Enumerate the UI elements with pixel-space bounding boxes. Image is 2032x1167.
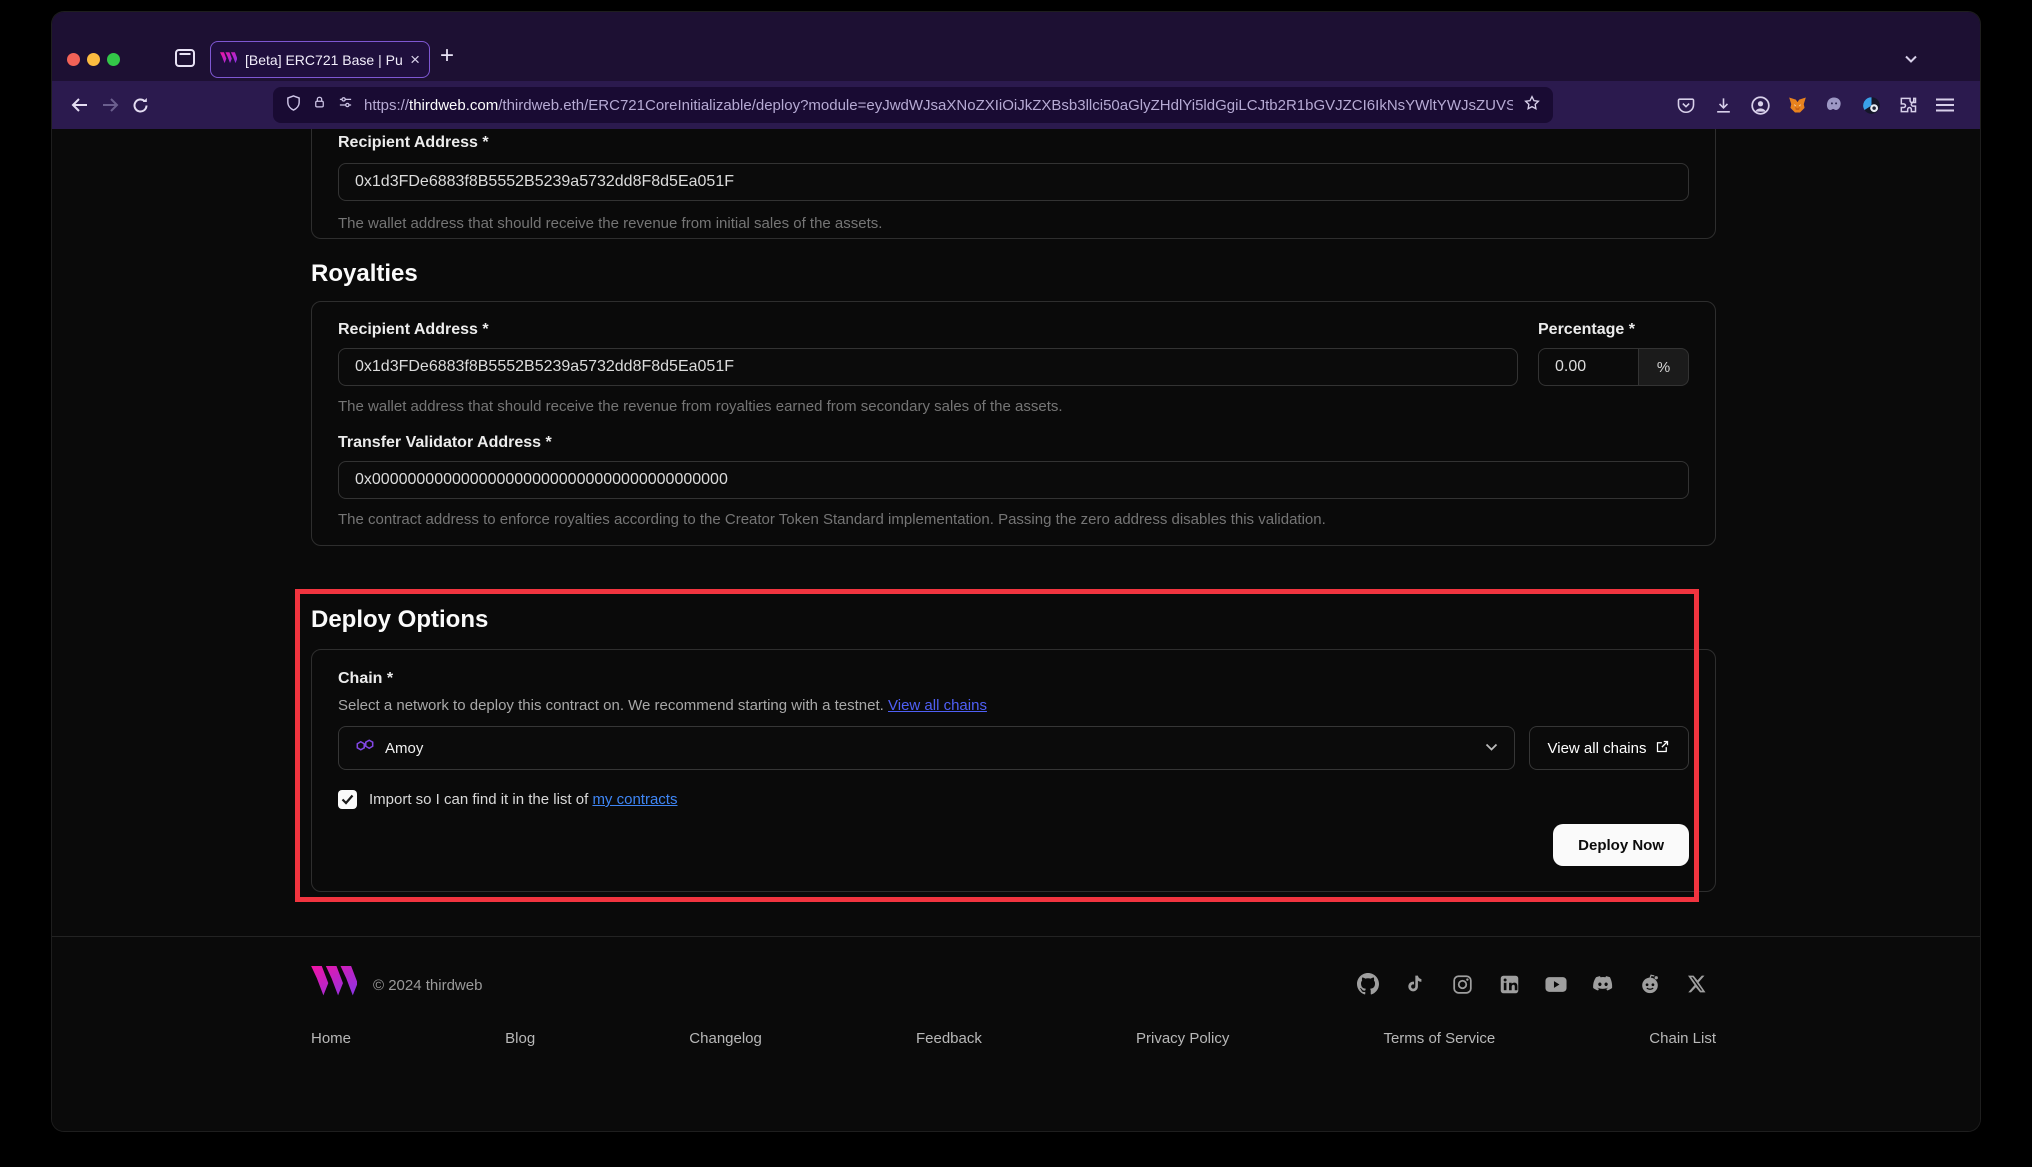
navigation-toolbar: https://thirdweb.com/thirdweb.eth/ERC721… xyxy=(52,81,1980,129)
tab-bar: [Beta] ERC721 Base | Published × + xyxy=(52,12,1980,81)
forward-button[interactable] xyxy=(95,90,125,120)
footer-link-home[interactable]: Home xyxy=(311,1030,351,1047)
browser-tab[interactable]: [Beta] ERC721 Base | Published × xyxy=(210,41,430,78)
footer-link-changelog[interactable]: Changelog xyxy=(689,1030,762,1047)
shield-icon[interactable] xyxy=(285,94,302,117)
x-icon[interactable] xyxy=(1686,973,1708,995)
percentage-suffix: % xyxy=(1639,348,1689,386)
copyright-text: © 2024 thirdweb xyxy=(373,977,482,994)
polygon-chain-icon xyxy=(355,737,375,760)
browser-window: [Beta] ERC721 Base | Published × + xyxy=(52,12,1980,1131)
chain-selected-value: Amoy xyxy=(385,740,423,757)
chain-label: Chain * xyxy=(338,670,393,687)
footer-link-feedback[interactable]: Feedback xyxy=(916,1030,982,1047)
chain-help-text: Select a network to deploy this contract… xyxy=(338,697,1689,714)
transfer-validator-label: Transfer Validator Address * xyxy=(338,434,1689,452)
footer-link-privacy-policy[interactable]: Privacy Policy xyxy=(1136,1030,1229,1047)
social-icons xyxy=(1357,973,1708,995)
permissions-icon[interactable] xyxy=(337,95,354,115)
account-icon[interactable] xyxy=(1746,91,1774,119)
wallet-extension-icon[interactable] xyxy=(1857,91,1885,119)
royalty-recipient-help: The wallet address that should receive t… xyxy=(338,398,1689,415)
tiktok-icon[interactable] xyxy=(1404,973,1426,995)
back-button[interactable] xyxy=(65,90,95,120)
pocket-icon[interactable] xyxy=(1672,91,1700,119)
url-bar[interactable]: https://thirdweb.com/thirdweb.eth/ERC721… xyxy=(273,87,1553,123)
extensions-puzzle-icon[interactable] xyxy=(1894,91,1922,119)
lock-icon[interactable] xyxy=(312,94,327,116)
royalty-percentage-label: Percentage * xyxy=(1538,321,1689,339)
tab-close-icon[interactable]: × xyxy=(410,51,420,68)
view-all-chains-button[interactable]: View all chains xyxy=(1529,726,1689,770)
royalty-recipient-input[interactable] xyxy=(338,348,1518,386)
deploy-options-heading: Deploy Options xyxy=(311,606,488,634)
thirdweb-footer-logo xyxy=(311,966,357,1002)
firefox-view-icon[interactable] xyxy=(175,49,195,72)
royalty-percentage-input[interactable] xyxy=(1538,348,1639,386)
footer-links: Home Blog Changelog Feedback Privacy Pol… xyxy=(311,1030,1716,1047)
import-checkbox[interactable] xyxy=(338,790,357,809)
chain-select[interactable]: Amoy xyxy=(338,726,1515,770)
sales-recipient-help: The wallet address that should receive t… xyxy=(338,215,1689,232)
deploy-now-button[interactable]: Deploy Now xyxy=(1553,824,1689,866)
sales-recipient-label: Recipient Address * xyxy=(338,134,1689,152)
footer-link-terms-of-service[interactable]: Terms of Service xyxy=(1383,1030,1495,1047)
my-contracts-link[interactable]: my contracts xyxy=(592,791,677,808)
menu-icon[interactable] xyxy=(1931,91,1959,119)
close-window-button[interactable] xyxy=(67,53,80,66)
github-icon[interactable] xyxy=(1357,973,1379,995)
deploy-options-card: Chain * Select a network to deploy this … xyxy=(311,649,1716,892)
primary-sales-card: Recipient Address * The wallet address t… xyxy=(311,129,1716,239)
footer-link-blog[interactable]: Blog xyxy=(505,1030,535,1047)
royalties-card: Recipient Address * Percentage * % The w… xyxy=(311,301,1716,546)
phantom-icon[interactable] xyxy=(1820,91,1848,119)
download-icon[interactable] xyxy=(1709,91,1737,119)
list-all-tabs-chevron-icon[interactable] xyxy=(1904,51,1918,69)
metamask-icon[interactable] xyxy=(1783,91,1811,119)
discord-icon[interactable] xyxy=(1592,973,1614,995)
minimize-window-button[interactable] xyxy=(87,53,100,66)
royalties-heading: Royalties xyxy=(311,260,418,288)
traffic-lights xyxy=(67,53,120,66)
transfer-validator-input[interactable] xyxy=(338,461,1689,499)
thirdweb-favicon xyxy=(220,51,237,69)
linkedin-icon[interactable] xyxy=(1498,973,1520,995)
toolbar-extension-icons xyxy=(1672,91,1959,119)
sales-recipient-input[interactable] xyxy=(338,163,1689,201)
zoom-window-button[interactable] xyxy=(107,53,120,66)
royalty-recipient-label: Recipient Address * xyxy=(338,321,1518,339)
page-content: Recipient Address * The wallet address t… xyxy=(52,129,1980,1131)
chevron-down-icon xyxy=(1485,739,1498,757)
footer-link-chain-list[interactable]: Chain List xyxy=(1649,1030,1716,1047)
bookmark-star-icon[interactable] xyxy=(1523,94,1541,117)
import-label: Import so I can find it in the list of m… xyxy=(369,791,677,808)
transfer-validator-help: The contract address to enforce royaltie… xyxy=(338,511,1689,528)
footer-divider xyxy=(52,936,1980,937)
reddit-icon[interactable] xyxy=(1639,973,1661,995)
tab-title: [Beta] ERC721 Base | Published xyxy=(245,52,402,68)
reload-button[interactable] xyxy=(125,90,155,120)
youtube-icon[interactable] xyxy=(1545,973,1567,995)
new-tab-button[interactable]: + xyxy=(440,42,454,70)
instagram-icon[interactable] xyxy=(1451,973,1473,995)
external-link-icon xyxy=(1655,739,1670,758)
view-all-chains-link[interactable]: View all chains xyxy=(888,697,987,714)
url-text[interactable]: https://thirdweb.com/thirdweb.eth/ERC721… xyxy=(364,97,1513,114)
